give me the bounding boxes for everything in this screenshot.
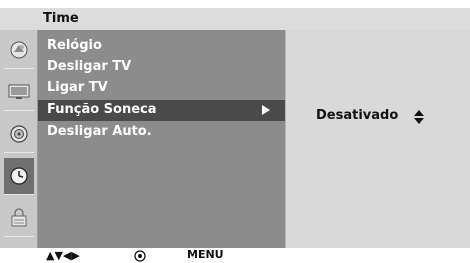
menu-item-label: Desligar Auto. xyxy=(47,124,152,139)
sleep-timer-value[interactable]: Desativado xyxy=(316,108,398,123)
menu-item-desligar-tv[interactable]: Desligar TV xyxy=(38,57,285,78)
title-bar: Time xyxy=(0,8,470,30)
clock-icon xyxy=(10,167,28,185)
sidebar-item-screen[interactable] xyxy=(4,74,34,111)
picture-icon xyxy=(10,41,28,59)
menu-hint-label: MENU xyxy=(187,248,224,261)
up-down-arrows-icon[interactable] xyxy=(413,109,425,125)
menu-panel: Relógio Desligar TV Ligar TV Função Sone… xyxy=(38,30,285,248)
menu-item-label: Relógio xyxy=(47,38,102,53)
menu-item-label: Desligar TV xyxy=(47,59,132,74)
sidebar xyxy=(0,30,38,248)
ok-button-icon xyxy=(134,250,146,262)
menu-item-label: Ligar TV xyxy=(47,80,108,95)
menu-item-desligar-auto[interactable]: Desligar Auto. xyxy=(38,122,285,143)
footer-hints: ▲▼◀▶ MENU xyxy=(0,248,470,263)
menu-item-relogio[interactable]: Relógio xyxy=(38,36,285,57)
menu-item-funcao-soneca[interactable]: Função Soneca xyxy=(38,100,285,121)
screen-icon xyxy=(8,84,30,99)
lock-icon xyxy=(11,208,27,227)
menu-item-ligar-tv[interactable]: Ligar TV xyxy=(38,78,285,99)
arrow-right-icon xyxy=(262,105,270,115)
sidebar-item-picture[interactable] xyxy=(4,32,34,69)
sidebar-item-lock[interactable] xyxy=(4,200,34,237)
page-title: Time xyxy=(43,11,79,26)
sidebar-item-audio[interactable] xyxy=(4,116,34,153)
menu-item-label: Função Soneca xyxy=(47,102,157,117)
sidebar-item-time[interactable] xyxy=(4,158,34,195)
audio-icon xyxy=(10,125,28,143)
navigation-arrows-icon: ▲▼◀▶ xyxy=(46,249,80,262)
value-panel: Desativado xyxy=(285,30,470,248)
